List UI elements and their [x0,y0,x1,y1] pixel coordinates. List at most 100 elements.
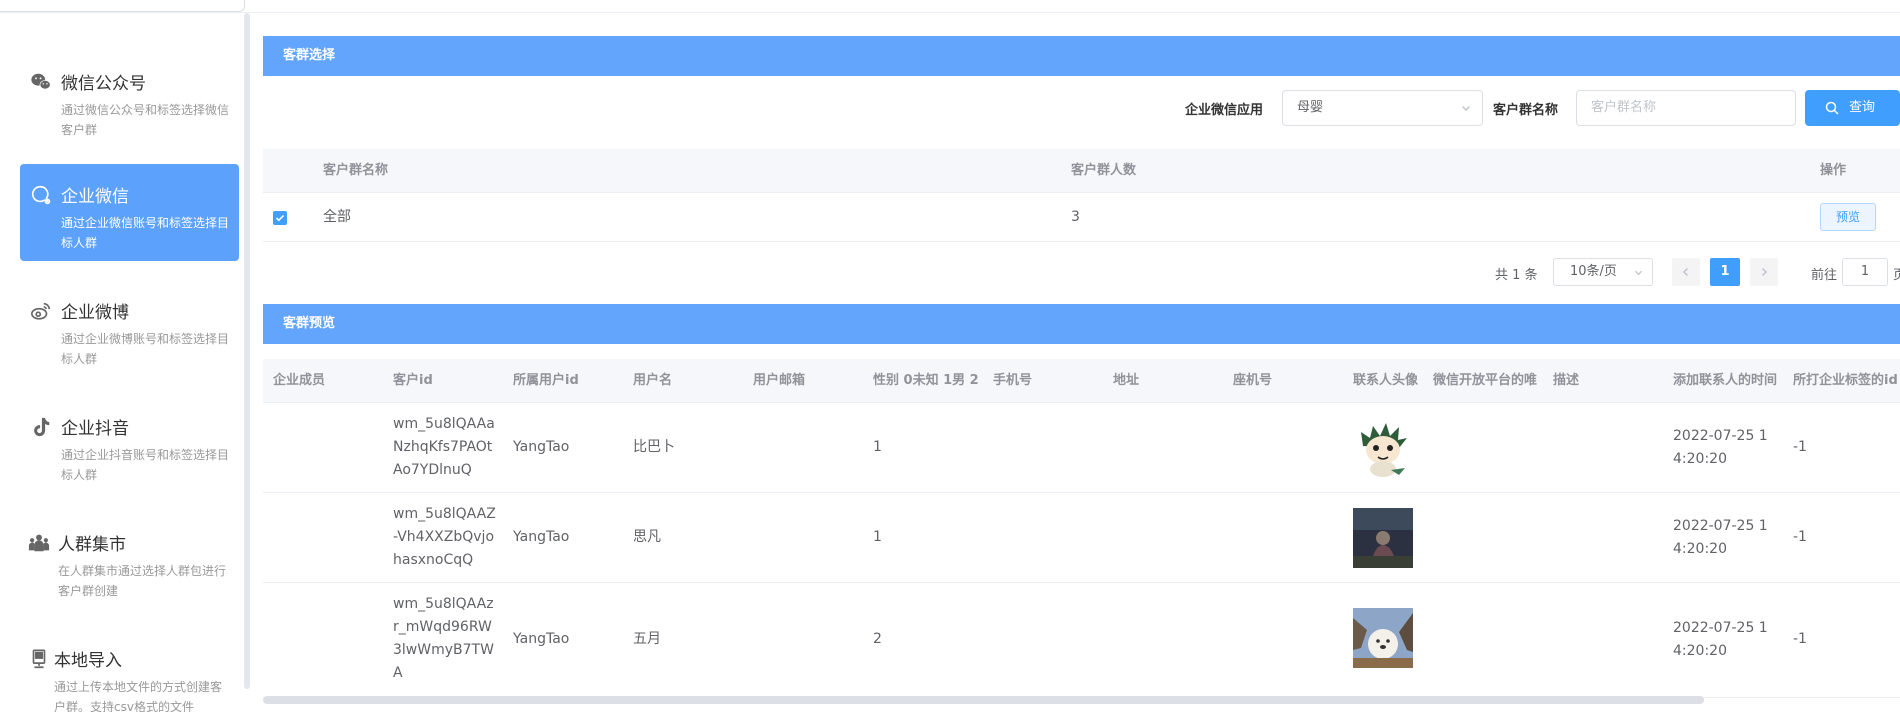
weibo-icon [31,302,51,320]
prev-page-button[interactable] [1672,258,1700,286]
people-icon [28,534,50,552]
user-id-cell: YangTao [513,631,570,647]
contact-avatar [1353,418,1413,478]
chevron-down-icon [1634,270,1643,276]
customer-id-cell: wm_5u8lQAAZ-Vh4XXZbQvjohasxnoCqQ [393,506,496,568]
column-header: 所属用户id [513,373,579,388]
added-time-cell: 2022-07-25 14:20:20 [1673,428,1768,467]
column-header: 客户群名称 [323,163,389,178]
column-header: 座机号 [1233,373,1273,388]
preview-table-header: 企业成员 客户id 所属用户id 用户名 用户邮箱 性别 0未知 1男 2 手机… [263,359,1900,403]
goto-suffix: 页 [1893,268,1900,283]
sidebar-scrollbar[interactable] [244,13,250,689]
chevron-down-icon [1462,106,1470,111]
group-name-input[interactable]: 客户群名称 [1576,90,1796,126]
page-size-value: 10条/页 [1570,264,1617,279]
column-header: 客户群人数 [1071,163,1137,178]
customer-id-cell: wm_5u8lQAAzr_mWqd96RW3lwWmyB7TWA [393,596,494,681]
top-corner [0,0,245,12]
column-header: 用户邮箱 [753,373,806,388]
sidebar-item-weibo[interactable]: 企业微博 通过企业微博账号和标签选择目标人群 [20,280,239,377]
username-cell: 五月 [633,631,661,647]
group-name-filter-label: 客户群名称 [1493,103,1559,118]
page-number-current[interactable]: 1 [1710,258,1740,286]
sidebar-item-desc: 在人群集市通过选择人群包进行客户群创建 [58,564,227,598]
search-icon [1825,101,1839,115]
sidebar-item-wecom[interactable]: 企业微信 通过企业微信账号和标签选择目标人群 [20,164,239,261]
top-bar [0,0,1900,13]
sidebar-item-desc: 通过企业抖音账号和标签选择目标人群 [61,448,230,482]
sidebar-item-tiktok[interactable]: 企业抖音 通过企业抖音账号和标签选择目标人群 [20,396,239,493]
next-page-button[interactable] [1750,258,1778,286]
column-header: 微信开放平台的唯 [1433,373,1538,388]
sidebar: 微信公众号 通过微信公众号和标签选择微信客户群 企业微信 通过企业微信账号和标签… [0,13,250,712]
tag-id-cell: -1 [1793,439,1807,455]
sidebar-item-desc: 通过上传本地文件的方式创建客户群。支持csv格式的文件 [54,680,223,712]
username-cell: 比巴卜 [633,439,675,455]
table-row: 全部 3 预览 [263,193,1900,242]
wechat-icon [31,73,51,90]
sidebar-item-title: 人群集市 [58,535,126,555]
page-root: 微信公众号 通过微信公众号和标签选择微信客户群 企业微信 通过企业微信账号和标签… [0,0,1900,712]
sidebar-item-audience-market[interactable]: 人群集市 在人群集市通过选择人群包进行客户群创建 [20,512,239,609]
pagination-total: 共 1 条 [1495,268,1538,283]
column-header: 性别 0未知 1男 2 [873,373,979,388]
chevron-right-icon [1761,267,1768,277]
sidebar-item-title: 企业抖音 [61,419,129,439]
group-name-cell: 全部 [323,209,351,225]
query-button[interactable]: 查询 [1805,90,1900,126]
group-name-input-placeholder: 客户群名称 [1591,100,1657,115]
tag-id-cell: -1 [1793,631,1807,647]
column-header: 添加联系人的时间 [1673,373,1778,388]
sidebar-item-wechat-official[interactable]: 微信公众号 通过微信公众号和标签选择微信客户群 [20,51,239,148]
sidebar-item-desc: 通过企业微信账号和标签选择目标人群 [61,216,230,250]
column-header: 联系人头像 [1353,373,1419,388]
column-header: 手机号 [993,373,1033,388]
gender-cell: 1 [873,439,882,455]
contact-avatar [1353,508,1413,568]
added-time-cell: 2022-07-25 14:20:20 [1673,620,1768,659]
table-row: wm_5u8lQAAZ-Vh4XXZbQvjohasxnoCqQ YangTao… [263,493,1900,583]
app-select[interactable]: 母婴 [1282,90,1483,126]
sidebar-item-desc: 通过微信公众号和标签选择微信客户群 [61,103,230,137]
preview-button[interactable]: 预览 [1820,203,1876,231]
contact-avatar [1353,608,1413,668]
sidebar-item-title: 企业微博 [61,303,129,323]
sidebar-item-title: 企业微信 [61,187,129,207]
wecom-icon [31,185,51,205]
row-checkbox[interactable] [273,211,287,225]
app-filter-label: 企业微信应用 [1185,103,1264,118]
sidebar-item-local-import[interactable]: 本地导入 通过上传本地文件的方式创建客户群。支持csv格式的文件 [20,628,239,712]
sidebar-item-desc: 通过企业微博账号和标签选择目标人群 [61,332,230,366]
username-cell: 思凡 [633,529,661,545]
tag-id-cell: -1 [1793,529,1807,545]
table-row: wm_5u8lQAAzr_mWqd96RW3lwWmyB7TWA YangTao… [263,583,1900,698]
sidebar-item-title: 本地导入 [54,651,122,671]
gender-cell: 1 [873,529,882,545]
gender-cell: 2 [873,631,882,647]
added-time-cell: 2022-07-25 14:20:20 [1673,518,1768,557]
column-header: 描述 [1553,373,1580,388]
goto-label: 前往 [1811,268,1838,283]
column-header: 企业成员 [273,373,326,388]
group-count-cell: 3 [1071,209,1080,225]
column-header: 操作 [1820,163,1847,178]
customer-id-cell: wm_5u8lQAAaNzhqKfs7PAOtAo7YDlnuQ [393,416,495,478]
column-header: 客户id [393,373,433,388]
group-table-header: 客户群名称 客户群人数 操作 [263,149,1900,193]
column-header: 地址 [1113,373,1140,388]
chevron-left-icon [1682,267,1689,277]
page-size-select[interactable]: 10条/页 [1553,258,1653,286]
section-title-group-select: 客群选择 [263,36,1900,76]
goto-page-input[interactable]: 1 [1842,258,1888,286]
section-title-group-preview: 客群预览 [263,304,1900,344]
horizontal-scrollbar[interactable] [263,696,1704,704]
table-row: wm_5u8lQAAaNzhqKfs7PAOtAo7YDlnuQ YangTao… [263,403,1900,493]
column-header: 用户名 [633,373,673,388]
column-header: 所打企业标签的id [1793,373,1898,388]
query-button-label: 查询 [1849,100,1876,115]
upload-device-icon [32,649,46,669]
app-select-value: 母婴 [1297,100,1324,115]
tiktok-icon [34,417,50,437]
user-id-cell: YangTao [513,529,570,545]
